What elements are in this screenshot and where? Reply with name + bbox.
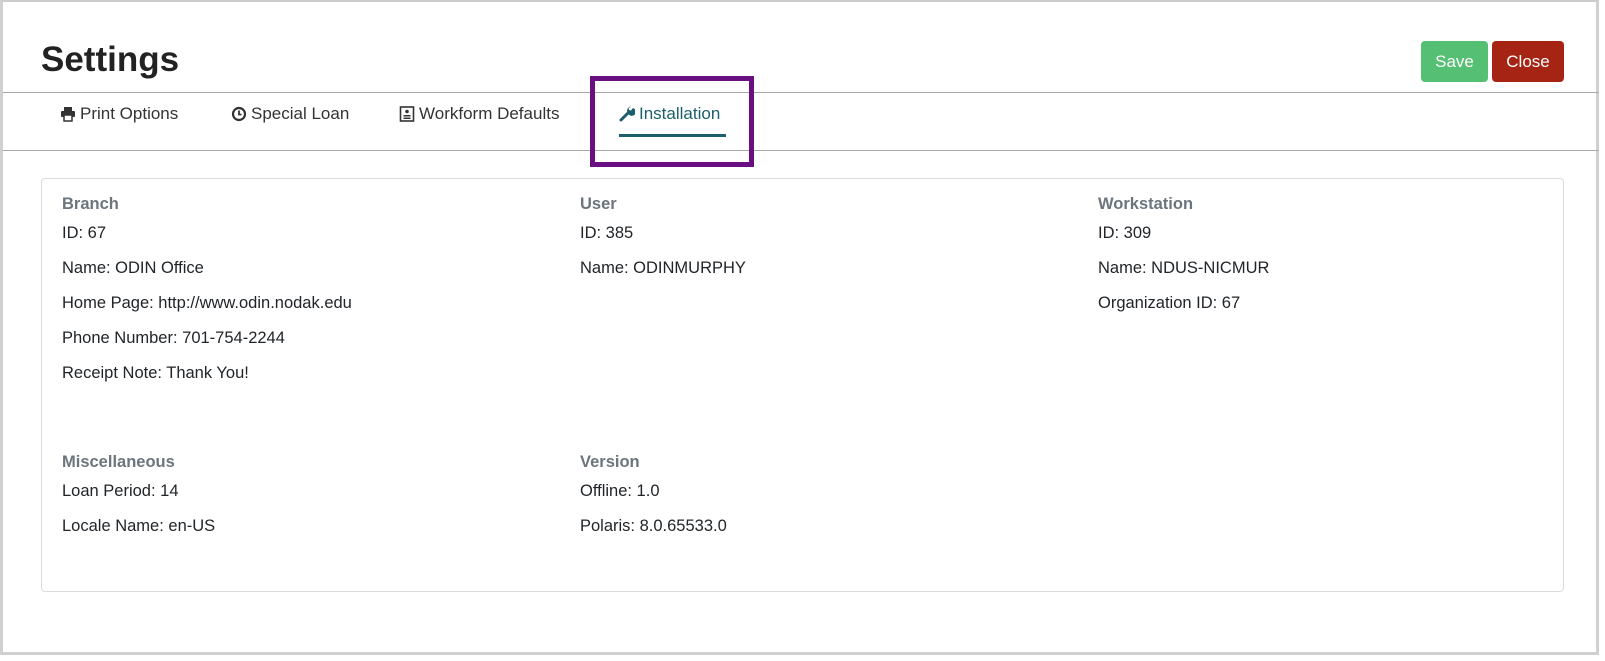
info-row: ID: 309 <box>1098 224 1152 242</box>
info-row: Offline: 1.0 <box>580 482 660 500</box>
active-tab-indicator <box>619 134 726 137</box>
info-row: Polaris: 8.0.65533.0 <box>580 517 727 535</box>
section-title: Workstation <box>1098 195 1194 213</box>
info-row: Loan Period: 14 <box>62 482 179 500</box>
divider <box>3 92 1599 93</box>
info-row: ID: 67 <box>62 224 107 242</box>
tab-label: Workform Defaults <box>419 104 560 123</box>
section-title: Branch <box>62 195 119 213</box>
info-row: Name: ODIN Office <box>62 259 204 277</box>
info-row: Locale Name: en-US <box>62 517 216 535</box>
info-row: Receipt Note: Thank You! <box>62 364 249 382</box>
info-row: ID: 385 <box>580 224 634 242</box>
info-row: Home Page: http://www.odin.nodak.edu <box>62 294 352 312</box>
page-title: Settings <box>41 40 180 79</box>
tab-print-options[interactable]: Print Options <box>60 104 178 124</box>
tab-label: Print Options <box>80 104 179 123</box>
info-row: Name: NDUS-NICMUR <box>1098 259 1270 277</box>
section-miscellaneous: Miscellaneous Loan Period: 14 Locale Nam… <box>62 453 215 551</box>
divider <box>3 150 1599 151</box>
section-user: User ID: 385 Name: ODINMURPHY <box>580 195 746 293</box>
section-workstation: Workstation ID: 309 Name: NDUS-NICMUR Or… <box>1098 195 1269 328</box>
clock-icon <box>231 106 247 122</box>
tab-label: Installation <box>639 104 721 123</box>
tab-installation[interactable]: Installation <box>619 104 720 124</box>
print-icon <box>61 107 75 122</box>
info-row: Organization ID: 67 <box>1098 294 1241 312</box>
tab-workform-defaults[interactable]: Workform Defaults <box>399 104 559 124</box>
wrench-icon <box>619 106 635 122</box>
section-title: Miscellaneous <box>62 453 175 471</box>
section-title: User <box>580 195 617 213</box>
close-button[interactable]: Close <box>1492 41 1564 82</box>
info-row: Phone Number: 701-754-2244 <box>62 329 285 347</box>
section-version: Version Offline: 1.0 Polaris: 8.0.65533.… <box>580 453 727 551</box>
tab-label: Special Loan <box>251 104 350 123</box>
section-branch: Branch ID: 67 Name: ODIN Office Home Pag… <box>62 195 352 398</box>
tab-special-loan[interactable]: Special Loan <box>231 104 349 124</box>
save-button[interactable]: Save <box>1421 41 1488 82</box>
section-title: Version <box>580 453 640 471</box>
info-row: Name: ODINMURPHY <box>580 259 746 277</box>
form-icon <box>399 106 415 122</box>
